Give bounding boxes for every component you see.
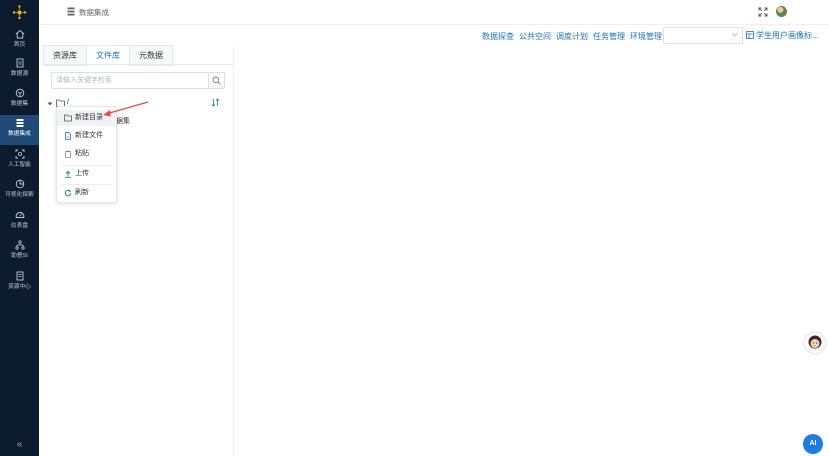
tab-resource-library[interactable]: 资源库: [43, 45, 87, 66]
nav-label: 数据集: [10, 101, 29, 107]
menu-item-label: 刷新: [75, 189, 89, 196]
nav-label: 助督SI: [11, 253, 28, 259]
link-task-management[interactable]: 任务管理: [593, 30, 625, 44]
link-env-management[interactable]: 环境管理: [630, 30, 662, 44]
tree-icon: [14, 240, 25, 250]
nav-label: 数据集成: [8, 131, 31, 137]
search-box: [51, 72, 225, 89]
tab-metadata[interactable]: 元数据: [129, 45, 173, 66]
tab-divider: [43, 64, 233, 65]
panel-tabs: 资源库 文件库 元数据: [43, 45, 173, 66]
nav-label: 资源中心: [8, 284, 31, 290]
chevron-down-icon: [731, 33, 738, 37]
caret-down-icon[interactable]: [47, 101, 53, 107]
home-icon: [15, 29, 24, 39]
menu-item-label: 粘贴: [75, 150, 89, 157]
nav-label: 仪表盘: [10, 223, 29, 229]
menu-item-paste[interactable]: 粘贴: [57, 146, 116, 162]
profile-link[interactable]: 学生用户画像标...: [746, 30, 819, 41]
dashboard-icon: [15, 212, 24, 218]
database-icon: [16, 58, 23, 68]
ai-assistant-button[interactable]: AI: [803, 434, 823, 454]
paste-icon: [65, 150, 71, 158]
context-menu: 新建目录 新建文件 粘贴 上传 刷新: [56, 106, 117, 203]
tree-root-node[interactable]: /: [67, 99, 69, 106]
dataset-icon: [15, 88, 24, 98]
link-schedule-plan[interactable]: 调度计划: [556, 30, 588, 44]
annotation-arrow-icon: [103, 101, 149, 117]
link-data-explore[interactable]: 数据探查: [482, 30, 514, 44]
file-icon: [65, 132, 71, 140]
top-bar: 数据集成: [39, 0, 829, 25]
fullscreen-icon[interactable]: [758, 7, 768, 17]
menu-item-refresh[interactable]: 刷新: [57, 185, 116, 201]
breadcrumb: 数据集成: [79, 8, 109, 17]
book-icon: [16, 271, 23, 281]
nav-item-integration[interactable]: 数据集成: [0, 115, 39, 145]
logo-icon: [12, 5, 27, 20]
nav-label: 数据源: [10, 71, 29, 77]
assistant-face-icon: [808, 335, 822, 349]
nav-item-assist[interactable]: 助督SI: [0, 237, 39, 265]
profile-link-label: 学生用户画像标...: [756, 31, 819, 40]
menu-item-new-file[interactable]: 新建文件: [57, 128, 116, 144]
chart-icon: [15, 179, 24, 189]
folder-icon: [64, 114, 72, 122]
ai-icon: [15, 149, 24, 159]
nav-item-home[interactable]: 首页: [0, 26, 39, 54]
search-icon: [212, 76, 221, 85]
integration-icon: [16, 119, 23, 127]
menu-item-label: 上传: [75, 170, 89, 177]
menu-item-label: 新建文件: [75, 132, 103, 139]
link-public-space[interactable]: 公共空间: [519, 30, 551, 44]
side-nav: 首页 数据源 数据集 数据集成 人工智能 可视化探索 仪表盘 助督SI 资源中心…: [0, 0, 39, 456]
menu-item-label: 新建目录: [75, 114, 103, 121]
module-links: 数据探查 公共空间 调度计划 任务管理 环境管理: [482, 30, 662, 44]
nav-item-resources[interactable]: 资源中心: [0, 268, 39, 296]
upload-icon: [65, 170, 71, 178]
nav-item-ai[interactable]: 人工智能: [0, 146, 39, 174]
nav-label: 人工智能: [8, 162, 31, 168]
refresh-icon: [64, 189, 72, 197]
nav-label: 首页: [13, 42, 26, 48]
table-icon: [746, 31, 754, 39]
collapse-sidebar-button[interactable]: «: [0, 434, 39, 456]
nav-item-visual[interactable]: 可视化探索: [0, 176, 39, 204]
sort-icon[interactable]: [211, 98, 220, 107]
menu-icon: [67, 7, 75, 16]
user-avatar[interactable]: [776, 6, 787, 17]
nav-label: 可视化探索: [5, 192, 34, 198]
assistant-avatar[interactable]: [805, 333, 825, 353]
search-button[interactable]: [208, 73, 224, 88]
nav-item-datasource[interactable]: 数据源: [0, 55, 39, 83]
search-input[interactable]: [56, 75, 206, 86]
environment-select[interactable]: [663, 27, 743, 44]
nav-item-dashboard[interactable]: 仪表盘: [0, 207, 39, 235]
nav-item-dataset[interactable]: 数据集: [0, 85, 39, 113]
menu-item-upload[interactable]: 上传: [57, 166, 116, 182]
tab-file-library[interactable]: 文件库: [86, 45, 130, 66]
